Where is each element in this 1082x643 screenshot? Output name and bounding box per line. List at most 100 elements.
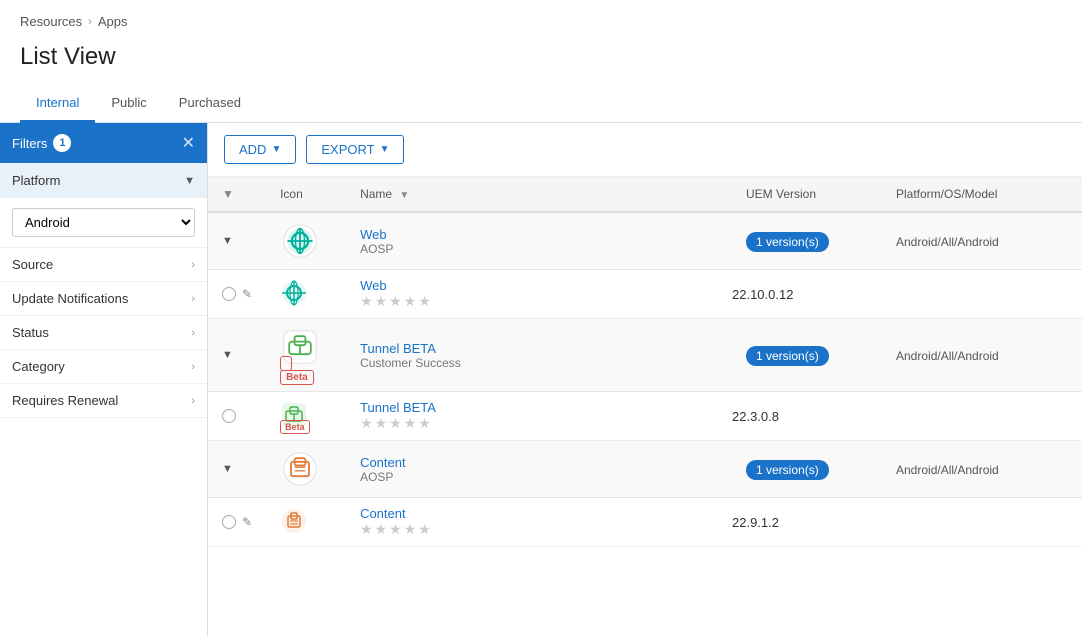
source-item[interactable]: Source ›: [0, 248, 207, 282]
web-sub-name-link[interactable]: Web: [360, 278, 387, 293]
tunnel-platform-text: Android/All/Android: [896, 349, 999, 363]
tab-bar: Internal Public Purchased: [0, 85, 1082, 123]
web-sub-check-cell: ✎: [208, 270, 266, 319]
web-version-badge[interactable]: 1 version(s): [746, 232, 829, 252]
tab-public[interactable]: Public: [95, 85, 162, 123]
web-versions-cell: 1 version(s): [732, 212, 882, 270]
web-sub-stars: ★★★★★: [360, 293, 718, 310]
content-collapse-icon[interactable]: ▼: [222, 463, 233, 475]
tunnel-beta-badge: [280, 354, 292, 369]
content-source: AOSP: [360, 470, 718, 484]
content-name-link[interactable]: Content: [360, 455, 718, 470]
content-platform-text: Android/All/Android: [896, 463, 999, 477]
category-label: Category: [12, 359, 65, 374]
update-notifications-label: Update Notifications: [12, 291, 128, 306]
content-sub-platform-empty: [882, 498, 1082, 547]
tunnel-sub-icon-cell: Beta: [266, 392, 346, 441]
content-version-badge[interactable]: 1 version(s): [746, 460, 829, 480]
content-platform-cell: Android/All/Android: [882, 441, 1082, 498]
tunnel-sub-stars: ★★★★★: [360, 415, 718, 432]
col-check-header: ▼: [208, 177, 266, 212]
platform-select[interactable]: Android iOS Windows: [12, 208, 195, 237]
breadcrumb-resources[interactable]: Resources: [20, 14, 82, 29]
content-sub-name-link[interactable]: Content: [360, 506, 406, 521]
source-chevron-icon: ›: [191, 259, 195, 271]
filters-label: Filters: [12, 136, 47, 151]
tunnel-collapse-icon[interactable]: ▼: [222, 349, 233, 361]
tunnel-source: Customer Success: [360, 356, 718, 370]
export-label: EXPORT: [321, 142, 374, 157]
web-platform-text: Android/All/Android: [896, 235, 999, 249]
web-sub-platform-empty: [882, 270, 1082, 319]
source-label: Source: [12, 257, 53, 272]
sort-down-icon: ▼: [222, 187, 234, 201]
col-icon-header: Icon: [266, 177, 346, 212]
web-sub-edit-icon[interactable]: ✎: [242, 287, 252, 301]
web-sub-icon-cell: [266, 270, 346, 319]
sidebar-close-icon[interactable]: ✕: [182, 133, 195, 153]
tunnel-icon-cell: Beta: [266, 319, 346, 392]
requires-renewal-label: Requires Renewal: [12, 393, 118, 408]
update-notifications-item[interactable]: Update Notifications ›: [0, 282, 207, 316]
tunnel-sub-uem: 22.3.0.8: [732, 392, 882, 441]
web-expand-cell: ▼: [208, 212, 266, 270]
tab-purchased[interactable]: Purchased: [163, 85, 257, 123]
main-content: ADD ▼ EXPORT ▼ ▼ Icon Name ▼: [208, 123, 1082, 636]
filter-badge: 1: [53, 134, 71, 152]
web-name-cell: Web AOSP: [346, 212, 732, 270]
tab-internal[interactable]: Internal: [20, 85, 95, 123]
name-sort-icon: ▼: [399, 190, 409, 201]
export-chevron-icon: ▼: [380, 144, 390, 155]
web-collapse-icon[interactable]: ▼: [222, 235, 233, 247]
tunnel-sub-platform-empty: [882, 392, 1082, 441]
tunnel-sub-name-link[interactable]: Tunnel BETA: [360, 400, 436, 415]
breadcrumb-apps: Apps: [98, 14, 128, 29]
content-sub-icon-cell: [266, 498, 346, 547]
breadcrumb: Resources › Apps: [0, 0, 1082, 37]
sidebar: Filters 1 ✕ Platform ▼ Android iOS Windo…: [0, 123, 208, 636]
tunnel-versions-cell: 1 version(s): [732, 319, 882, 392]
table-row: ✎ Web ★★★★★: [208, 270, 1082, 319]
name-col-label: Name: [360, 187, 392, 201]
category-item[interactable]: Category ›: [0, 350, 207, 384]
tunnel-name-link[interactable]: Tunnel BETA: [360, 341, 718, 356]
table-row: ▼: [208, 212, 1082, 270]
tunnel-app-icon-container: [280, 327, 320, 367]
add-button[interactable]: ADD ▼: [224, 135, 296, 164]
web-sub-name-cell: Web ★★★★★: [346, 270, 732, 319]
apps-table: ▼ Icon Name ▼ UEM Version Platform/OS/Mo…: [208, 177, 1082, 547]
tunnel-sub-radio[interactable]: [222, 409, 236, 423]
platform-section-header[interactable]: Platform ▼: [0, 163, 207, 198]
content-sub-edit-icon[interactable]: ✎: [242, 515, 252, 529]
content-name-cell: Content AOSP: [346, 441, 732, 498]
status-item[interactable]: Status ›: [0, 316, 207, 350]
platform-label: Platform: [12, 173, 60, 188]
category-chevron-icon: ›: [191, 361, 195, 373]
web-icon-cell: [266, 212, 346, 270]
platform-chevron-icon: ▼: [184, 175, 195, 187]
add-chevron-icon: ▼: [271, 144, 281, 155]
requires-renewal-item[interactable]: Requires Renewal ›: [0, 384, 207, 418]
content-sub-name-cell: Content ★★★★★: [346, 498, 732, 547]
tunnel-platform-cell: Android/All/Android: [882, 319, 1082, 392]
table-row: ▼: [208, 319, 1082, 392]
status-label: Status: [12, 325, 49, 340]
content-area: Filters 1 ✕ Platform ▼ Android iOS Windo…: [0, 123, 1082, 636]
tunnel-expand-cell: ▼: [208, 319, 266, 392]
update-notifications-chevron-icon: ›: [191, 293, 195, 305]
status-chevron-icon: ›: [191, 327, 195, 339]
sidebar-platform-section: Platform ▼ Android iOS Windows: [0, 163, 207, 248]
content-sub-radio[interactable]: [222, 515, 236, 529]
col-uem-header: UEM Version: [732, 177, 882, 212]
content-sub-check-cell: ✎: [208, 498, 266, 547]
tunnel-sub-check-cell: [208, 392, 266, 441]
export-button[interactable]: EXPORT ▼: [306, 135, 404, 164]
col-platform-header: Platform/OS/Model: [882, 177, 1082, 212]
sidebar-header: Filters 1 ✕: [0, 123, 207, 163]
tunnel-version-badge[interactable]: 1 version(s): [746, 346, 829, 366]
web-sub-radio[interactable]: [222, 287, 236, 301]
content-sub-stars: ★★★★★: [360, 521, 718, 538]
web-name-link[interactable]: Web: [360, 227, 718, 242]
col-name-header[interactable]: Name ▼: [346, 177, 732, 212]
content-expand-cell: ▼: [208, 441, 266, 498]
